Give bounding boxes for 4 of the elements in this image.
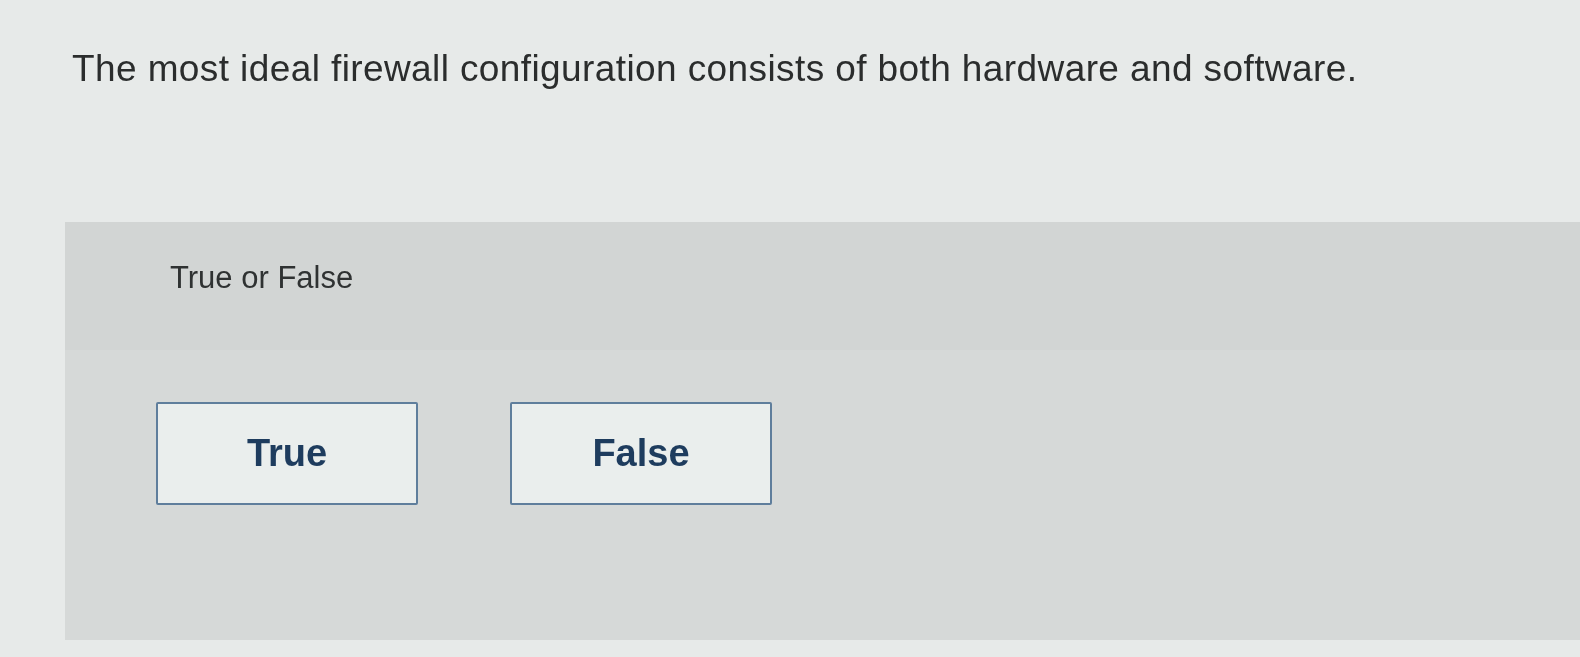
answer-option-button[interactable]: True	[156, 402, 418, 505]
answer-option-button[interactable]: False	[510, 402, 772, 505]
question-text: The most ideal firewall configuration consists of both hardware and software.	[72, 47, 1358, 91]
prompt-text: True or False	[170, 260, 354, 295]
